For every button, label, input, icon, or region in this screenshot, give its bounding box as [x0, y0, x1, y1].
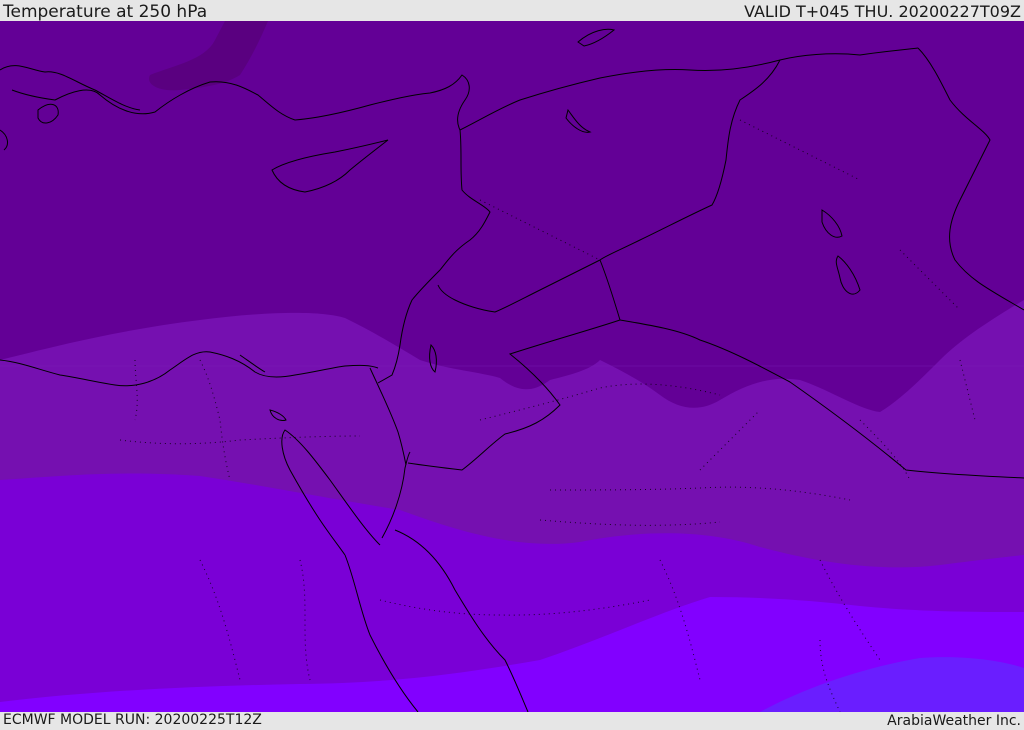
temperature-field-map	[0, 21, 1024, 712]
model-run: ECMWF MODEL RUN: 20200225T12Z	[3, 712, 262, 728]
map-header: Temperature at 250 hPa VALID T+045 THU. …	[0, 0, 1024, 22]
weather-map	[0, 21, 1024, 712]
map-footer: ECMWF MODEL RUN: 20200225T12Z ArabiaWeat…	[0, 712, 1024, 729]
map-title: Temperature at 250 hPa	[3, 2, 208, 22]
valid-time: VALID T+045 THU. 20200227T09Z	[744, 2, 1021, 21]
credit: ArabiaWeather Inc.	[887, 713, 1021, 729]
